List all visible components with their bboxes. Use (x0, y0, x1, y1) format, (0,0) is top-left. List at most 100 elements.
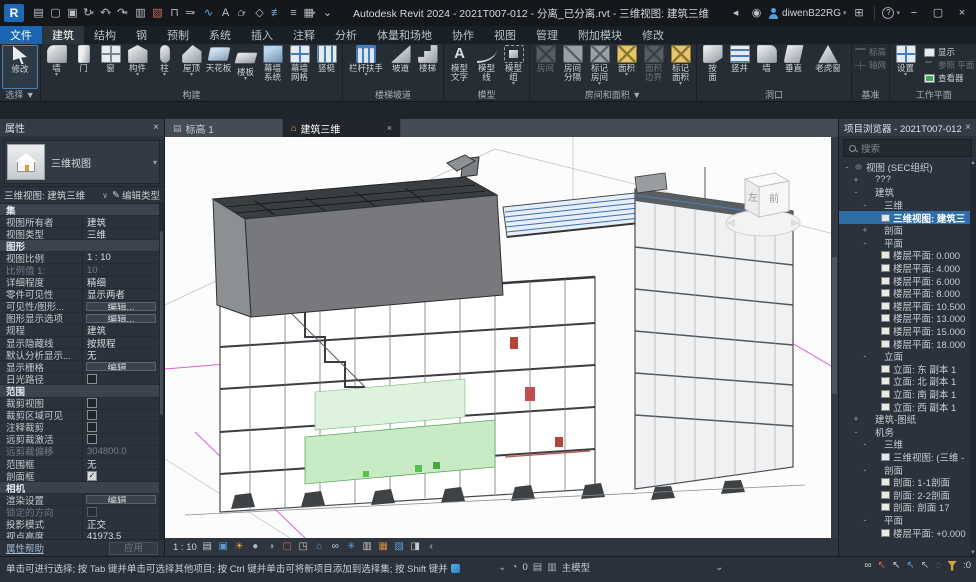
status-chevron-icon[interactable]: ⌄ (498, 562, 506, 573)
tree-item[interactable]: - 三维 (839, 199, 970, 212)
tree-item[interactable]: - 三维 (839, 438, 970, 451)
revit-logo-icon[interactable]: R (4, 4, 24, 22)
selection-toggle-icon[interactable]: ◌ (935, 560, 941, 571)
properties-scrollbar[interactable] (159, 204, 164, 539)
ribbon-button[interactable]: 标记 房间 ▾ (586, 45, 613, 87)
ribbon-button[interactable]: 房间 分隔 (559, 45, 586, 82)
view-control-icon[interactable]: ✳ (345, 539, 358, 555)
browser-scrollbar[interactable] (970, 160, 976, 556)
property-value[interactable]: 304800.0 (83, 446, 159, 457)
view-control-icon[interactable]: ▢ (281, 539, 294, 555)
ribbon-tab[interactable]: 管理 (526, 26, 568, 44)
tree-item[interactable]: 楼层平面: 8.000 (839, 287, 970, 300)
ribbon-button[interactable]: 房间 (532, 45, 559, 73)
view-control-icon[interactable]: ● (249, 539, 262, 555)
qat-icon[interactable]: ▥ (131, 5, 148, 22)
ribbon-tab[interactable]: 建筑 (42, 26, 84, 44)
selection-toggle-icon[interactable]: ↖ (906, 560, 914, 571)
design-options-icon[interactable]: ▥ (547, 562, 556, 573)
instance-selector[interactable]: 三维视图: 建筑三维 (4, 188, 98, 202)
property-value[interactable] (83, 373, 159, 384)
close-button[interactable]: × (952, 5, 972, 22)
qat-icon[interactable]: A (216, 5, 233, 22)
tree-toggle[interactable]: - (861, 200, 869, 210)
view-control-icon[interactable]: ‹ (425, 539, 438, 555)
ribbon-button[interactable]: 坡道 (387, 45, 414, 73)
qat-icon[interactable]: ↻▾ (80, 5, 97, 22)
tree-toggle[interactable]: + (861, 225, 869, 235)
ribbon-button[interactable]: 天花板 (205, 45, 232, 73)
view-control-icon[interactable]: ⌂ (313, 539, 326, 555)
tree-item[interactable]: 剖面: 2-2剖面 (839, 488, 970, 501)
selection-toggle-icon[interactable]: ↖ (878, 560, 886, 571)
tree-item[interactable]: 楼层平面: 6.000 (839, 274, 970, 287)
worksets-icon[interactable]: ◔ (511, 562, 517, 573)
ribbon-button[interactable]: 按 面 (699, 45, 726, 82)
tree-item[interactable]: 楼层平面: 15.000 (839, 325, 970, 338)
tree-item[interactable]: - 剖面 (839, 463, 970, 476)
property-value[interactable]: 精细 (83, 277, 159, 288)
ribbon-tab[interactable]: 视图 (484, 26, 526, 44)
property-value[interactable]: 按规程 (83, 337, 159, 348)
panel-label-select[interactable]: 选择 ▼ (0, 89, 40, 101)
tree-item[interactable]: 楼层平面: 18.000 (839, 337, 970, 350)
ribbon-button[interactable]: 老虎窗 (807, 45, 849, 73)
ribbon-small-button[interactable]: 轴网 (855, 59, 886, 71)
edit-type-button[interactable]: ✎ 编辑类型 (112, 188, 160, 202)
view-control-icon[interactable]: ∞ (329, 539, 342, 555)
property-value[interactable]: 1 : 10 (83, 252, 159, 263)
tree-item[interactable]: - 平面 (839, 514, 970, 527)
tree-toggle[interactable]: - (852, 187, 860, 197)
design-option-chevron-icon[interactable]: ⌄ (715, 562, 723, 573)
view-control-icon[interactable]: ▣ (217, 539, 230, 555)
qat-icon[interactable]: ≡ (284, 5, 301, 22)
property-value[interactable] (83, 410, 159, 421)
ribbon-button[interactable]: 幕墙 网格 (286, 45, 313, 82)
property-value[interactable]: 建筑 (83, 325, 159, 336)
ribbon-button[interactable]: 垂直 (780, 45, 807, 73)
tree-item[interactable]: 楼层平面: 13.000 (839, 312, 970, 325)
view-control-icon[interactable]: ◨ (409, 539, 422, 555)
tree-item[interactable]: + ??? (839, 174, 970, 187)
selection-toggle-icon[interactable]: ↖ (892, 560, 900, 571)
view-control-icon[interactable]: ▧ (393, 539, 406, 555)
ribbon-tab[interactable]: 插入 (241, 26, 283, 44)
filter-icon[interactable] (947, 561, 957, 571)
ribbon-button[interactable]: 模型 文字 (446, 45, 473, 82)
tree-item[interactable]: 楼层平面: 10.500 (839, 300, 970, 313)
ribbon-tab[interactable]: 注释 (283, 26, 325, 44)
ribbon-button[interactable]: 面积 边界 (640, 45, 667, 82)
binoculars-icon[interactable]: ◉ (748, 5, 765, 22)
ribbon-button[interactable]: 竖井 (726, 45, 753, 73)
instance-caret-icon[interactable]: ∨ (102, 191, 108, 200)
property-value[interactable]: 编辑... (86, 495, 156, 504)
tree-toggle[interactable]: - (861, 439, 869, 449)
tree-toggle[interactable]: - (861, 515, 869, 525)
search-back-icon[interactable]: ◂ (727, 5, 744, 22)
property-value[interactable] (83, 434, 159, 445)
ribbon-button[interactable]: 窗 (97, 45, 124, 73)
property-value[interactable]: 编辑... (86, 362, 156, 371)
property-value[interactable]: 编辑... (86, 314, 156, 323)
property-value[interactable]: 显示两者 (83, 289, 159, 300)
ribbon-button[interactable]: 楼板 ▾ (232, 45, 259, 82)
ribbon-button[interactable]: 栏杆扶手 ▾ (345, 45, 387, 78)
property-value[interactable]: 编辑... (86, 302, 156, 311)
selection-toggle-icon[interactable]: ↖ (921, 560, 929, 571)
qat-icon[interactable]: ↶▾ (97, 5, 114, 22)
properties-close-icon[interactable]: × (153, 122, 159, 133)
help-caret-icon[interactable]: ▾ (896, 9, 900, 17)
qat-icon[interactable]: ⌂▾ (233, 5, 250, 22)
tree-item[interactable]: - 机务 (839, 425, 970, 438)
tree-item[interactable]: 剖面: 剖面 17 (839, 501, 970, 514)
view-control-icon[interactable]: ▦ (377, 539, 390, 555)
ribbon-button[interactable]: 幕墙 系统 (259, 45, 286, 82)
canvas-scrollbar[interactable] (831, 137, 838, 538)
tree-item[interactable]: 剖面: 1-1剖面 (839, 476, 970, 489)
restore-button[interactable]: ▢ (928, 5, 948, 22)
ribbon-tab[interactable]: 协作 (442, 26, 484, 44)
selection-toggle-icon[interactable]: ∞ (864, 560, 871, 571)
tree-toggle[interactable]: - (861, 465, 869, 475)
ribbon-tab[interactable]: 钢 (126, 26, 157, 44)
ribbon-button[interactable]: 模型 组 ▾ (500, 45, 527, 87)
